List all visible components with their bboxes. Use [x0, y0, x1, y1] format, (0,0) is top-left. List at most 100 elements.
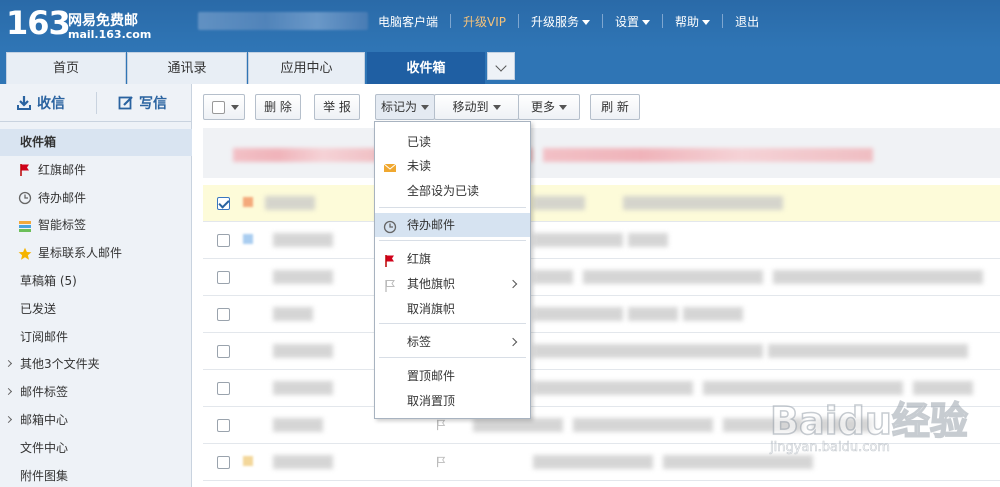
menu-item-label: 取消置顶 — [407, 394, 456, 408]
topnav-label: 升级服务 — [531, 14, 580, 29]
topnav-item[interactable]: 设置 — [615, 13, 651, 30]
mail-row[interactable] — [203, 259, 1000, 296]
topnav-item[interactable]: 升级VIP — [463, 13, 506, 30]
envelope-icon — [383, 163, 397, 172]
refresh-button[interactable]: 刷 新 — [590, 94, 640, 120]
tab-home[interactable]: 首页 — [6, 52, 126, 84]
topnav-item[interactable]: 帮助 — [675, 13, 711, 30]
menu-icon-wrap — [383, 277, 397, 292]
blurred-text — [583, 270, 763, 284]
menu-icon-wrap — [383, 218, 397, 234]
row-checkbox[interactable] — [217, 308, 230, 321]
report-button[interactable]: 举 报 — [314, 94, 360, 120]
menu-item[interactable]: 全部设为已读 — [375, 179, 530, 203]
sidebar-folder[interactable]: 附件图集 — [0, 463, 192, 487]
menu-item-label: 标签 — [407, 335, 432, 349]
menu-item[interactable]: 置顶邮件 — [375, 364, 530, 388]
tab-inbox[interactable]: 收件箱 — [367, 52, 485, 84]
row-checkbox[interactable] — [217, 197, 230, 210]
select-all-dropdown[interactable] — [203, 94, 245, 120]
menu-item[interactable]: 已读 — [375, 130, 530, 154]
ad-banner-blurred[interactable] — [203, 128, 1000, 178]
mail-row[interactable] — [203, 222, 1000, 259]
sidebar-folder[interactable]: 待办邮件 — [0, 185, 192, 212]
blurred-text — [813, 418, 873, 432]
chevron-down-icon — [495, 60, 507, 72]
mail-row[interactable] — [203, 296, 1000, 333]
grey-flag-icon — [437, 456, 446, 468]
caret-down-icon — [559, 105, 567, 110]
tab-contacts[interactable]: 通讯录 — [127, 52, 247, 84]
folder-icon-wrap — [18, 163, 32, 177]
blurred-text — [723, 418, 803, 432]
mail-row[interactable] — [203, 333, 1000, 370]
compose-row: 收信 写信 — [0, 84, 192, 122]
sidebar-folder[interactable]: 智能标签 — [0, 212, 192, 239]
blurred-text — [533, 455, 653, 469]
move-to-label: 移动到 — [452, 100, 489, 114]
mail-row[interactable] — [203, 370, 1000, 407]
blurred-text — [533, 196, 585, 210]
logo-url: mail.163.com — [68, 28, 152, 41]
more-button[interactable]: 更多 — [518, 94, 580, 120]
folder-label: 收件箱 — [20, 135, 57, 149]
menu-item[interactable]: 未读 — [375, 154, 530, 178]
menu-separator — [379, 323, 526, 324]
menu-item-label: 其他旗帜 — [407, 277, 456, 291]
row-checkbox[interactable] — [217, 345, 230, 358]
delete-button[interactable]: 删 除 — [255, 94, 301, 120]
logo-number[interactable]: 163 — [6, 4, 71, 42]
sidebar-folder[interactable]: 星标联系人邮件 — [0, 240, 192, 267]
compose-divider — [96, 92, 97, 114]
sidebar-folder[interactable]: 其他3个文件夹 — [0, 351, 192, 378]
flag-toggle[interactable] — [435, 456, 447, 471]
mark-as-button[interactable]: 标记为 — [375, 94, 435, 120]
menu-item[interactable]: 标签 — [375, 330, 530, 354]
sidebar-folder[interactable]: 收件箱 — [0, 129, 192, 156]
menu-icon-wrap — [383, 252, 397, 267]
sidebar-folder[interactable]: 草稿箱 (5) — [0, 268, 192, 295]
blurred-text — [473, 418, 563, 432]
move-to-button[interactable]: 移动到 — [434, 94, 519, 120]
folder-label: 文件中心 — [20, 440, 69, 455]
sender-avatar-blurred — [243, 197, 253, 207]
edit-icon — [118, 96, 133, 110]
menu-item[interactable]: 红旗 — [375, 247, 530, 271]
menu-item[interactable]: 取消置顶 — [375, 389, 530, 413]
blurred-text — [533, 381, 693, 395]
folder-icon-wrap — [18, 191, 32, 205]
topnav-item[interactable]: 电脑客户端 — [378, 13, 438, 30]
sidebar-folder[interactable]: 订阅邮件 — [0, 324, 192, 351]
compose-label: 写信 — [139, 96, 167, 112]
folder-label: 智能标签 — [38, 218, 87, 233]
select-all-checkbox[interactable] — [212, 101, 225, 114]
menu-item[interactable]: 其他旗帜 — [375, 272, 530, 296]
receive-label: 收信 — [37, 96, 65, 112]
mark-as-menu: 已读 未读 全部设为已读 待办邮件红旗其他旗帜取消旗帜标签置顶邮件取消置顶 — [374, 121, 531, 419]
row-checkbox[interactable] — [217, 234, 230, 247]
tab-app-center[interactable]: 应用中心 — [248, 52, 365, 84]
sidebar-folder[interactable]: 文件中心 — [0, 435, 192, 462]
receive-button[interactable]: 收信 — [16, 92, 65, 114]
topnav-label: 退出 — [735, 14, 760, 29]
tab-more-button[interactable] — [487, 52, 515, 80]
mail-row[interactable] — [203, 407, 1000, 444]
mail-row[interactable] — [203, 185, 1000, 222]
red-flag-icon — [20, 164, 29, 177]
sidebar-folder[interactable]: 红旗邮件 — [0, 157, 192, 184]
row-checkbox[interactable] — [217, 419, 230, 432]
sidebar-folder[interactable]: 邮件标签 — [0, 379, 192, 406]
sidebar-folder[interactable]: 邮箱中心 — [0, 407, 192, 434]
sidebar-folder[interactable]: 已发送 — [0, 296, 192, 323]
row-checkbox[interactable] — [217, 271, 230, 284]
sidebar: 收信 写信 收件箱红旗邮件 待办邮件智能标签星标联系人邮件 草稿箱 (5) 已发送 订阅… — [0, 84, 192, 487]
flag-toggle[interactable] — [435, 419, 447, 434]
row-checkbox[interactable] — [217, 456, 230, 469]
menu-item[interactable]: 取消旗帜 — [375, 297, 530, 321]
topnav-item[interactable]: 退出 — [735, 13, 759, 30]
mail-row[interactable] — [203, 444, 1000, 481]
topnav-item[interactable]: 升级服务 — [531, 13, 591, 30]
compose-button[interactable]: 写信 — [118, 92, 167, 114]
menu-item[interactable]: 待办邮件 — [375, 213, 530, 237]
row-checkbox[interactable] — [217, 382, 230, 395]
